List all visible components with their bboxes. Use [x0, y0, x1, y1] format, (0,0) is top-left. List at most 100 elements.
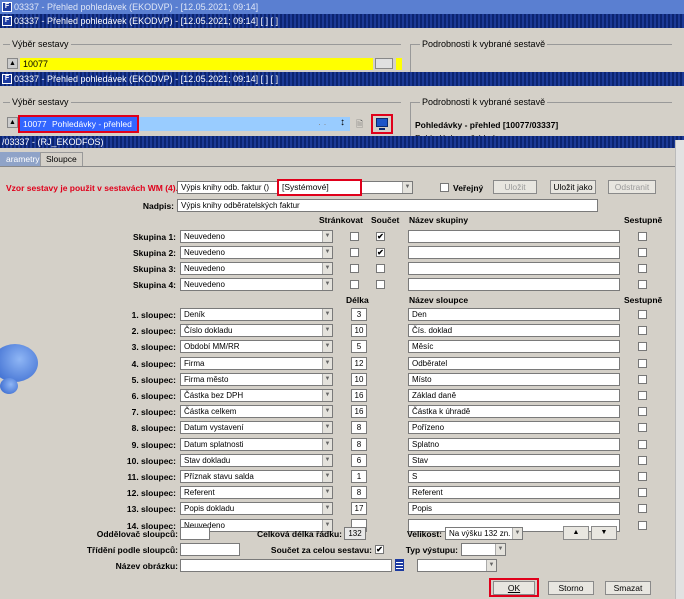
column-combo[interactable]: Deník ▼ [180, 308, 333, 321]
group-name-input[interactable] [408, 278, 620, 291]
browse-button[interactable] [375, 58, 393, 69]
report-code-input[interactable]: 10077 [20, 58, 373, 70]
column-length-input[interactable]: 1 [351, 470, 367, 483]
group-name-input[interactable] [408, 246, 620, 259]
group-combo[interactable]: Neuvedeno ▼ [180, 262, 333, 275]
oddelovac-input[interactable] [180, 527, 210, 540]
group-soucet-checkbox[interactable]: ✔ [376, 232, 385, 241]
column-name-input[interactable]: Referent [408, 486, 620, 500]
column-sestupne-checkbox[interactable] [638, 520, 647, 530]
document-icon[interactable]: 🗎 [356, 117, 363, 133]
column-name-input[interactable]: Splatno [408, 437, 620, 451]
group-strankovat-checkbox[interactable] [350, 248, 359, 257]
selected-report-item[interactable]: 10077 Pohledávky - přehled [18, 115, 139, 133]
nadpis-input[interactable]: Výpis knihy odběratelských faktur [177, 199, 598, 212]
tab-parametry[interactable]: arametry [0, 152, 46, 166]
group-strankovat-checkbox[interactable] [350, 280, 359, 289]
column-length-input[interactable]: 3 [351, 308, 367, 321]
column-length-input[interactable]: 17 [351, 502, 367, 516]
clear-button[interactable]: Smazat [605, 581, 651, 595]
save-as-button[interactable]: Uložit jako [550, 180, 596, 194]
column-length-input[interactable]: 8 [351, 437, 367, 451]
group-sestupne-checkbox[interactable] [638, 248, 647, 257]
dialog-scrollbar[interactable] [675, 140, 684, 599]
column-combo[interactable]: Firma ▼ [180, 356, 333, 370]
column-name-input[interactable]: Základ daně [408, 389, 620, 402]
column-name-input[interactable]: Den [408, 308, 620, 321]
column-sestupne-checkbox[interactable] [638, 310, 647, 319]
column-combo[interactable]: Referent ▼ [180, 486, 333, 500]
nazev-obrazku-input[interactable] [180, 559, 392, 572]
group-strankovat-checkbox[interactable] [350, 232, 359, 241]
column-combo[interactable]: Datum vystavení ▼ [180, 421, 333, 435]
column-length-input[interactable]: 8 [351, 486, 367, 500]
column-length-input[interactable]: 10 [351, 324, 367, 338]
group-name-input[interactable] [408, 230, 620, 243]
velikost-combo[interactable]: Na výšku 132 zn. ▼ [445, 527, 523, 540]
column-name-input[interactable]: Pořízeno [408, 421, 620, 435]
collapse-icon[interactable]: ▲ [7, 117, 18, 128]
column-length-input[interactable]: 16 [351, 389, 367, 402]
column-length-input[interactable]: 5 [351, 340, 367, 354]
column-length-input[interactable]: 6 [351, 453, 367, 467]
group-sestupne-checkbox[interactable] [638, 232, 647, 241]
column-name-input[interactable]: Místo [408, 372, 620, 386]
group-name-input[interactable] [408, 262, 620, 275]
column-length-input[interactable]: 10 [351, 372, 367, 386]
trideni-input[interactable] [180, 543, 240, 556]
column-sestupne-checkbox[interactable] [638, 439, 647, 449]
column-length-input[interactable]: 8 [351, 421, 367, 435]
group-soucet-checkbox[interactable] [376, 264, 385, 273]
column-name-input[interactable]: Stav [408, 453, 620, 467]
sort-icon[interactable]: ↕ [340, 117, 345, 128]
column-name-input[interactable]: Měsíc [408, 340, 620, 354]
collapse-icon[interactable]: ▲ [7, 58, 18, 69]
monitor-button[interactable] [371, 114, 393, 134]
group-strankovat-checkbox[interactable] [350, 264, 359, 273]
column-sestupne-checkbox[interactable] [638, 391, 647, 400]
column-sestupne-checkbox[interactable] [638, 488, 647, 498]
column-sestupne-checkbox[interactable] [638, 407, 647, 417]
column-name-input[interactable]: S [408, 470, 620, 483]
column-combo[interactable]: Popis dokladu ▼ [180, 502, 333, 516]
soucet-cela-checkbox[interactable]: ✔ [375, 545, 384, 554]
delete-button[interactable]: Odstranit [608, 180, 656, 194]
group-combo[interactable]: Neuvedeno ▼ [180, 278, 333, 291]
group-soucet-checkbox[interactable] [376, 280, 385, 289]
ok-button[interactable]: OK [493, 581, 535, 595]
tab-sloupce[interactable]: Sloupce [40, 152, 83, 166]
column-combo[interactable]: Datum splatnosti ▼ [180, 437, 333, 451]
typ-vystupu-combo[interactable]: ▼ [461, 543, 506, 556]
group-soucet-checkbox[interactable]: ✔ [376, 248, 385, 257]
group-combo[interactable]: Neuvedeno ▼ [180, 230, 333, 243]
column-combo[interactable]: Číslo dokladu ▼ [180, 324, 333, 338]
column-sestupne-checkbox[interactable] [638, 374, 647, 384]
column-sestupne-checkbox[interactable] [638, 472, 647, 481]
group-sestupne-checkbox[interactable] [638, 280, 647, 289]
list-icon[interactable] [395, 559, 404, 571]
column-length-input[interactable]: 16 [351, 405, 367, 419]
column-sestupne-checkbox[interactable] [638, 504, 647, 514]
column-combo[interactable]: Stav dokladu ▼ [180, 453, 333, 467]
column-sestupne-checkbox[interactable] [638, 455, 647, 465]
group-sestupne-checkbox[interactable] [638, 264, 647, 273]
column-length-input[interactable]: 12 [351, 356, 367, 370]
group-combo[interactable]: Neuvedeno ▼ [180, 246, 333, 259]
column-name-input[interactable]: Popis [408, 502, 620, 516]
column-sestupne-checkbox[interactable] [638, 423, 647, 433]
move-down-button[interactable]: ▼ [591, 526, 617, 540]
column-name-input[interactable]: Částka k úhradě [408, 405, 620, 419]
column-name-input[interactable]: Odběratel [408, 356, 620, 370]
column-combo[interactable]: Období MM/RR ▼ [180, 340, 333, 354]
image-combo[interactable]: ▼ [417, 559, 497, 572]
column-combo[interactable]: Částka bez DPH ▼ [180, 389, 333, 402]
column-combo[interactable]: Částka celkem ▼ [180, 405, 333, 419]
column-combo[interactable]: Firma město ▼ [180, 372, 333, 386]
column-name-input[interactable]: Čís. doklad [408, 324, 620, 338]
column-sestupne-checkbox[interactable] [638, 358, 647, 368]
move-up-button[interactable]: ▲ [563, 526, 589, 540]
cancel-button[interactable]: Storno [548, 581, 594, 595]
save-button[interactable]: Uložit [493, 180, 537, 194]
verejny-checkbox[interactable] [440, 183, 449, 192]
column-sestupne-checkbox[interactable] [638, 326, 647, 336]
